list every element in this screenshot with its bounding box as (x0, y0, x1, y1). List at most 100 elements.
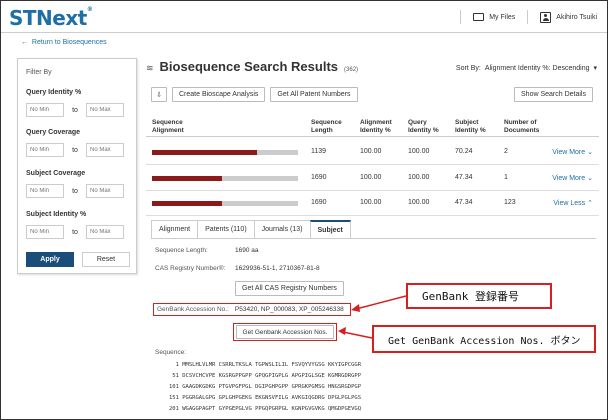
genbank-accession-value: P53420, NP_000083, XP_005246338 (234, 306, 344, 313)
top-nav: My Files Akihiro Tsuiki (460, 10, 597, 24)
tab-alignment[interactable]: Alignment (151, 220, 199, 238)
sequence-length-field: Sequence Length: 1690 aa (155, 247, 259, 254)
table-row: 1690 100.00 100.00 47.34 123 View Less ⌃ (146, 190, 599, 216)
show-search-details-button[interactable]: Show Search Details (514, 87, 593, 102)
filter-label-query-coverage: Query Coverage (26, 129, 81, 136)
view-more-link[interactable]: View More ⌄ (552, 148, 593, 156)
sequence-label: Sequence: (155, 349, 187, 356)
top-bar: STNext® My Files Akihiro Tsuiki (1, 1, 607, 33)
cell-documents: 123 (504, 199, 516, 206)
apply-button[interactable]: Apply (26, 252, 74, 267)
col-alignment-identity[interactable]: Alignment Identity % (360, 119, 392, 135)
sequence-line: 151 PGGRGALGPG GPLGHPGEKG EKGNSVFILG AVK… (169, 395, 362, 401)
col-number-of-documents[interactable]: Number of Documents (504, 119, 539, 135)
cell-query-identity: 100.00 (408, 174, 430, 181)
sort-by-control[interactable]: Sort By: Alignment Identity %: Descendin… (455, 64, 597, 73)
detail-tabs: Alignment Patents (110) Journals (13) Su… (151, 220, 351, 238)
cell-subject-identity: 70.24 (455, 148, 473, 155)
return-to-biosequences-link[interactable]: ← Return to Biosequences (21, 39, 107, 46)
filter-title: Filter By (26, 69, 52, 76)
stnext-logo[interactable]: STNext® (9, 6, 93, 30)
callout-arrowhead-genbank (351, 304, 360, 312)
chevron-up-icon: ⌃ (587, 200, 593, 207)
filter-row-subject-coverage: to (26, 184, 124, 198)
cell-alignment-identity: 100.00 (360, 174, 382, 181)
col-query-identity[interactable]: Query Identity % (408, 119, 439, 135)
col-subject-identity[interactable]: Subject Identity % (455, 119, 486, 135)
alignment-bar-fill (152, 176, 223, 181)
sequence-line: 1 MMSLHLVLMR CSRRLTKSLA TGPWSLILIL FSVQY… (169, 362, 362, 368)
get-all-patent-numbers-button[interactable]: Get All Patent Numbers (270, 87, 358, 102)
chevron-down-icon: ⌄ (587, 175, 593, 182)
filter-row-query-identity: to (26, 103, 124, 117)
alignment-bar (152, 150, 298, 155)
query-coverage-max-input[interactable] (86, 143, 124, 157)
sort-by-value: Alignment Identity %: Descending (484, 64, 590, 72)
cell-subject-identity: 47.34 (455, 199, 473, 206)
filter-row-subject-identity: to (26, 225, 124, 239)
sequence-block: 1 MMSLHLVLMR CSRRLTKSLA TGPWSLILIL FSVQY… (169, 360, 361, 415)
genbank-accession-label: GenBank Accession No.: (157, 306, 229, 313)
cell-length: 1690 (311, 174, 327, 181)
query-identity-min-input[interactable] (26, 103, 64, 117)
logo-trademark: ® (86, 6, 93, 13)
query-identity-max-input[interactable] (86, 103, 124, 117)
results-toolbar: ⇩ Create Bioscape Analysis Get All Paten… (151, 87, 358, 102)
cas-registry-field: CAS Registry Number®: 1629936-51-1, 2710… (155, 265, 320, 272)
tab-patents[interactable]: Patents (110) (197, 220, 255, 238)
callout-arrow-button (342, 331, 373, 339)
user-name: Akihiro Tsuiki (556, 13, 597, 21)
tab-divider (151, 238, 596, 239)
alignment-bar (152, 176, 298, 181)
subject-identity-min-input[interactable] (26, 225, 64, 239)
caret-down-icon: ▾ (593, 65, 597, 72)
create-bioscape-analysis-button[interactable]: Create Bioscape Analysis (172, 87, 266, 102)
col-sequence-length[interactable]: Sequence Length (311, 119, 342, 135)
get-all-cas-registry-numbers-button[interactable]: Get All CAS Registry Numbers (235, 281, 344, 296)
alignment-bar-fill (152, 150, 258, 155)
cell-subject-identity: 47.34 (455, 174, 473, 181)
view-less-link[interactable]: View Less ⌃ (553, 199, 593, 207)
sort-by-label: Sort By: (455, 64, 481, 72)
tab-journals[interactable]: Journals (13) (253, 220, 311, 238)
cell-documents: 1 (504, 174, 508, 181)
my-files-label: My Files (489, 13, 516, 21)
page-title: Biosequence Search Results (159, 59, 339, 74)
subject-coverage-min-input[interactable] (26, 184, 64, 198)
cell-query-identity: 100.00 (408, 199, 430, 206)
get-genbank-accession-nos-button[interactable]: Get Genbank Accession Nos. (235, 325, 335, 339)
result-count: (362) (344, 67, 359, 73)
cell-length: 1690 (311, 199, 327, 206)
sequence-line: 51 DCSVCHCVPE KGSRGPPGPP GPQGPIGPLG APGP… (169, 373, 362, 379)
dna-icon: ≋ (146, 63, 154, 73)
back-link-label: Return to Biosequences (31, 39, 107, 46)
cell-documents: 2 (504, 148, 508, 155)
reset-button[interactable]: Reset (82, 252, 130, 267)
user-icon (540, 11, 552, 23)
to-label: to (72, 146, 78, 154)
to-label: to (72, 228, 78, 236)
callout-genbank-button: Get GenBank Accession Nos. ボタン (372, 325, 596, 353)
cas-registry-value: 1629936-51-1, 2710367-81-8 (235, 265, 320, 272)
subject-identity-max-input[interactable] (86, 225, 124, 239)
sequence-line: 201 WGAGGPAGPT GYPGEPGLVG PPGQPGRPGL KGN… (169, 406, 362, 412)
query-coverage-min-input[interactable] (26, 143, 64, 157)
export-button[interactable]: ⇩ (151, 87, 167, 102)
filter-label-subject-coverage: Subject Coverage (26, 170, 86, 177)
view-more-link[interactable]: View More ⌄ (552, 174, 593, 182)
subject-coverage-max-input[interactable] (86, 184, 124, 198)
to-label: to (72, 187, 78, 195)
chevron-down-icon: ⌄ (587, 149, 593, 156)
col-sequence-alignment[interactable]: Sequence Alignment (152, 119, 184, 135)
nav-divider (460, 10, 462, 24)
export-icon: ⇩ (156, 91, 162, 99)
cell-alignment-identity: 100.00 (360, 148, 382, 155)
results-heading: ≋ Biosequence Search Results (362) (146, 59, 358, 74)
results-table-header: Sequence Alignment Sequence Length Alignme… (146, 109, 599, 137)
my-files-link[interactable]: My Files (473, 13, 515, 21)
tab-subject[interactable]: Subject (309, 220, 351, 238)
sequence-length-label: Sequence Length: (155, 247, 208, 254)
sequence-length-value: 1690 aa (235, 247, 259, 254)
user-menu[interactable]: Akihiro Tsuiki (540, 11, 597, 23)
alignment-bar (152, 201, 298, 206)
